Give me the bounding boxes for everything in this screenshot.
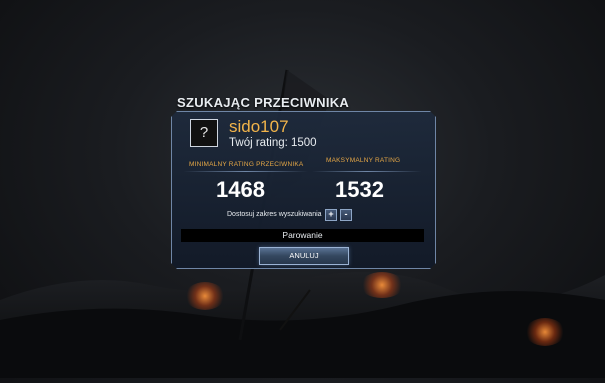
matchmaking-status: Parowanie: [181, 229, 424, 242]
cancel-button[interactable]: ANULUJ: [259, 247, 349, 265]
min-rating-value: 1468: [216, 177, 265, 202]
player-name: sido107: [229, 117, 289, 136]
max-rating-divider: [312, 171, 422, 172]
adjust-range-label: Dostosuj zakres wyszukiwania: [227, 211, 322, 218]
range-decrease-button[interactable]: -: [340, 209, 352, 221]
player-rating: Twój rating: 1500: [229, 137, 317, 149]
fire-glow: [360, 272, 404, 298]
range-increase-button[interactable]: +: [325, 209, 337, 221]
min-rating-label: MINIMALNY RATING PRZECIWNIKA: [189, 161, 304, 168]
dialog-title: SZUKAJĄC PRZECIWNIKA: [177, 95, 350, 110]
min-rating-divider: [183, 171, 308, 172]
fire-glow: [185, 282, 225, 310]
player-avatar: ?: [190, 119, 218, 147]
fire-glow: [525, 318, 565, 346]
max-rating-value: 1532: [335, 177, 384, 202]
max-rating-label: MAKSYMALNY RATING: [326, 157, 401, 164]
